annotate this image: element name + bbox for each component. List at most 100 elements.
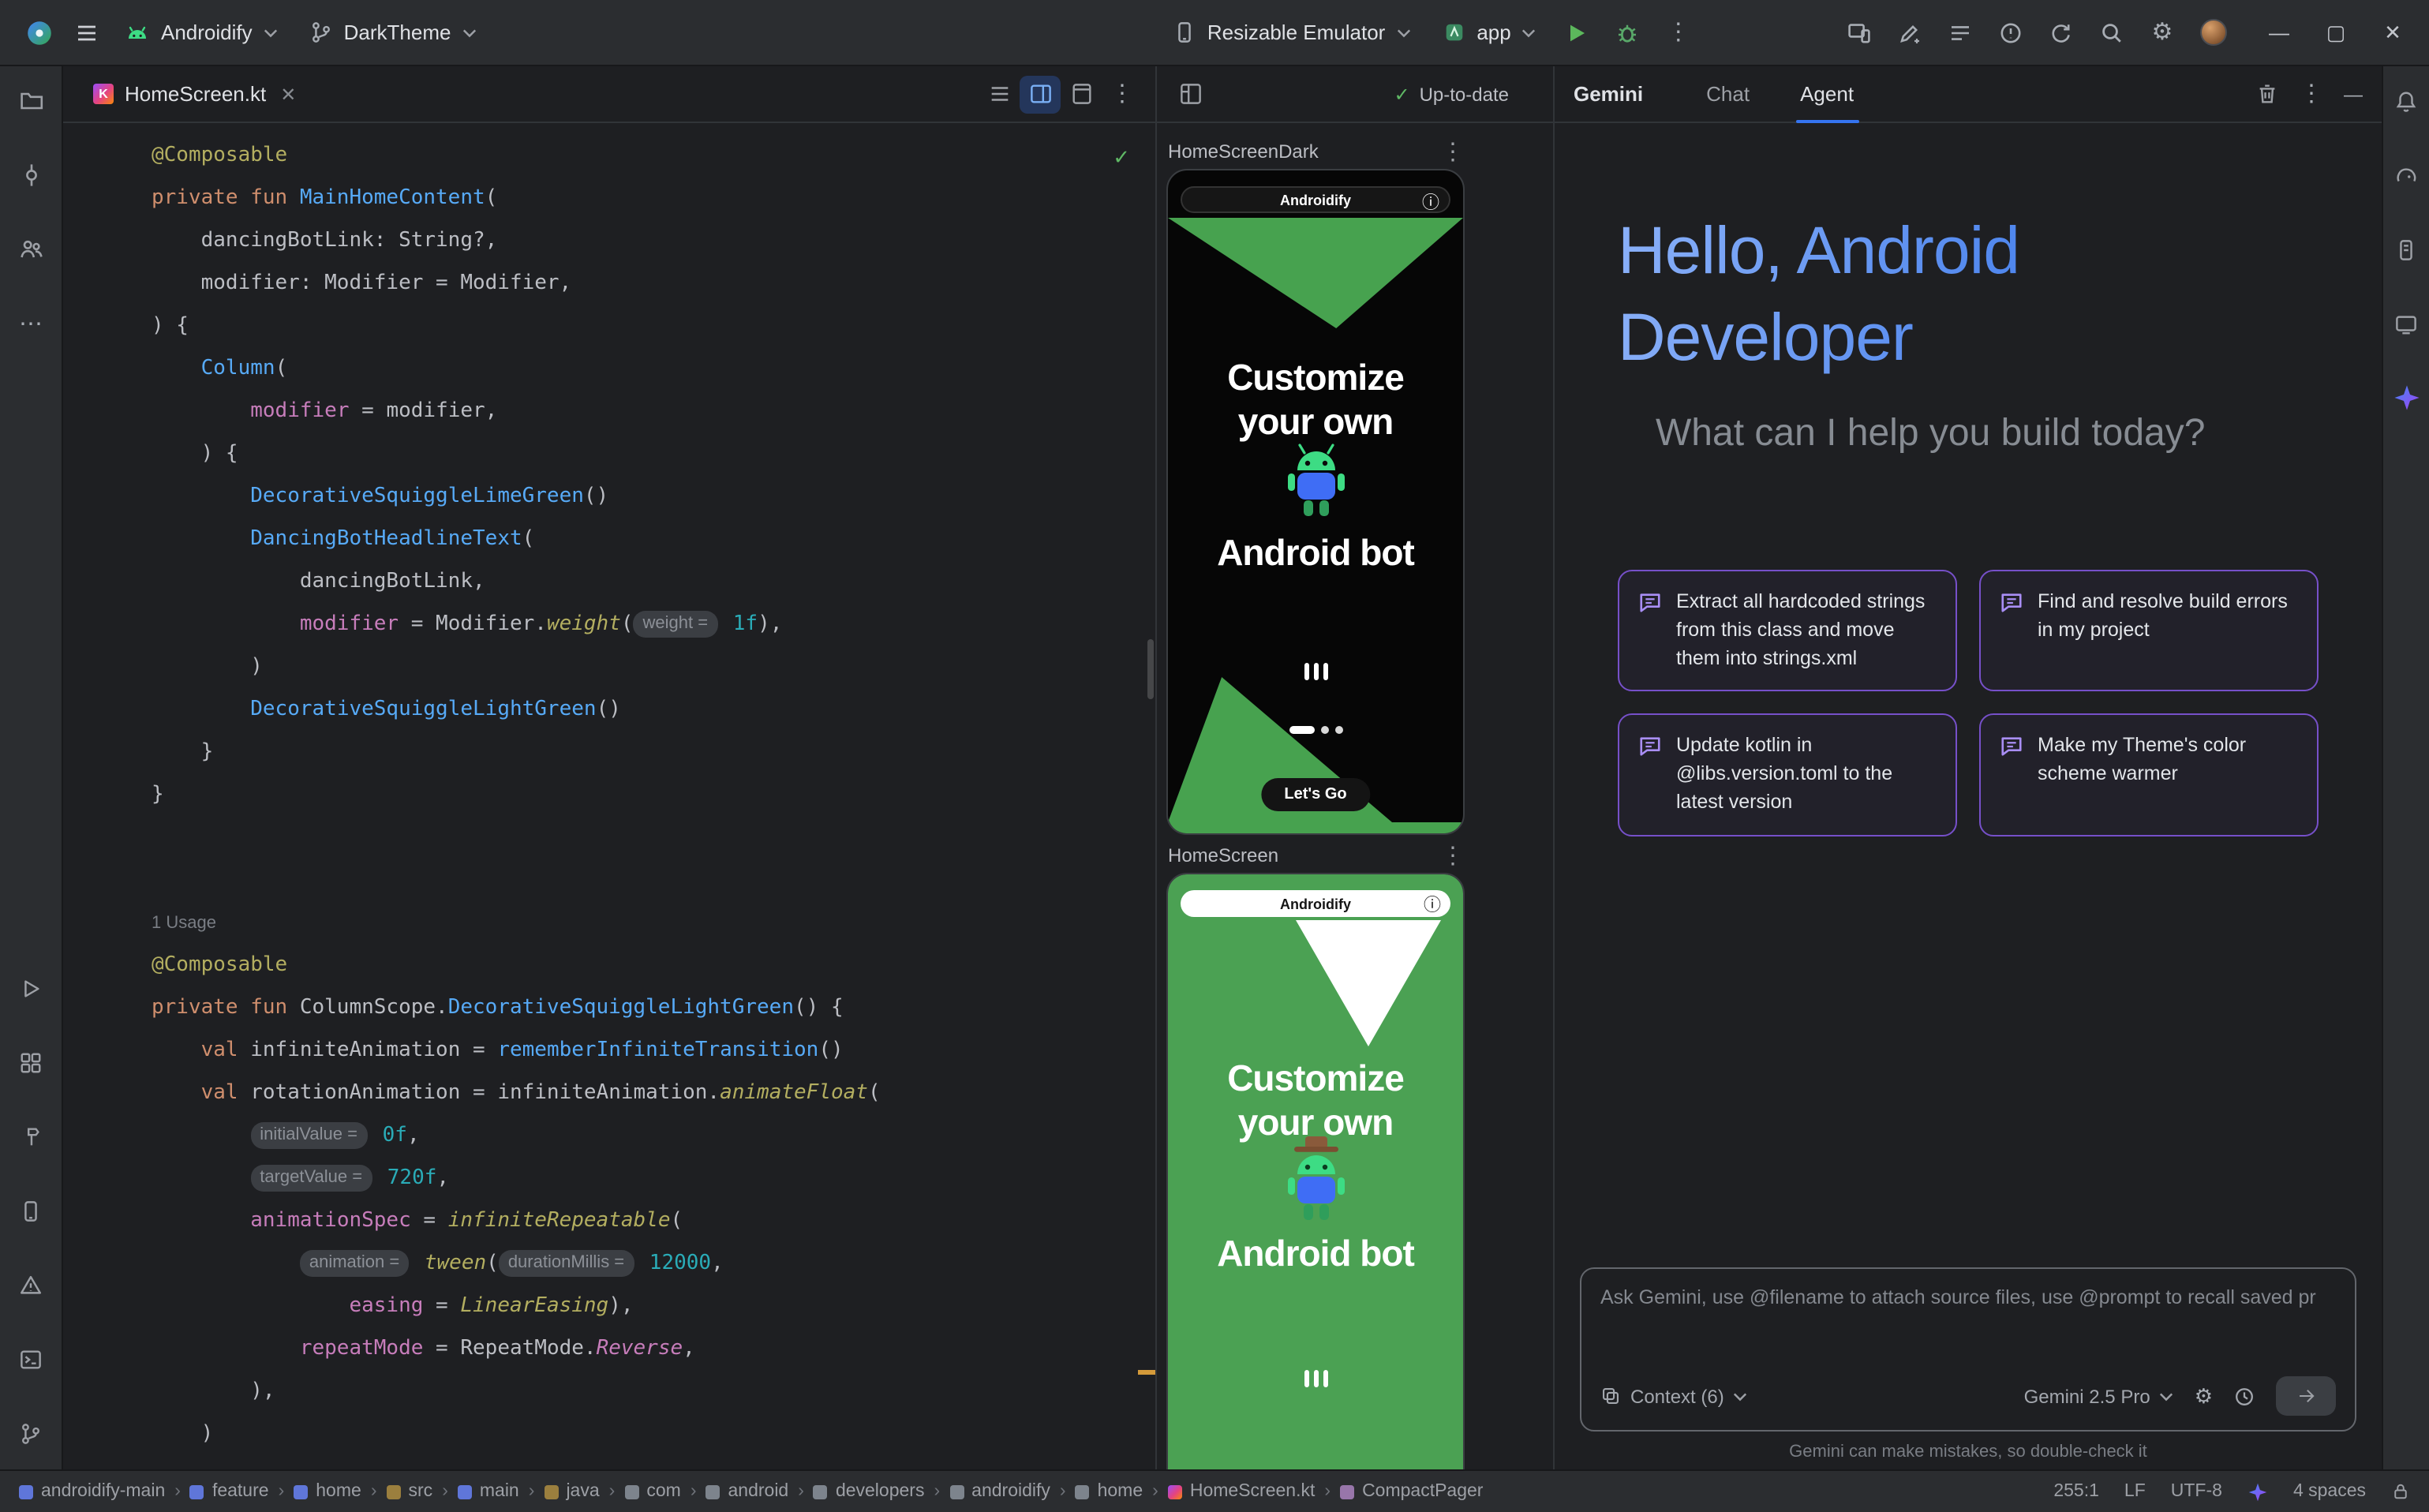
device-explorer-button[interactable] [2389,232,2423,267]
services-tool-button[interactable] [13,1045,48,1080]
run-tool-button[interactable] [13,971,48,1005]
editor-view-design-button[interactable] [1061,75,1102,113]
prompt-toolbar: Context (6) Gemini 2.5 Pro ⚙ [1600,1376,2336,1416]
history-icon[interactable] [2233,1385,2255,1407]
debug-button[interactable] [1604,10,1652,54]
editor-scrollbar[interactable] [1147,639,1154,699]
breadcrumb-item[interactable]: developers [814,1482,925,1501]
collaboration-tool-button[interactable] [13,232,48,267]
send-button[interactable] [2276,1376,2336,1416]
sync-project-button[interactable] [2038,10,2085,54]
bell-icon [2394,89,2418,113]
kotlin-file-icon: K [93,84,114,104]
folder-icon [18,88,43,114]
lock-icon[interactable] [2391,1482,2410,1501]
package-icon [814,1484,828,1499]
suggestion-card[interactable]: Make my Theme's color scheme warmer [1979,714,2319,836]
tab-chat[interactable]: Chat [1700,65,1756,122]
ai-actions-button[interactable] [1886,10,1933,54]
send-icon [2296,1386,2316,1406]
editor-view-code-button[interactable] [979,75,1020,113]
breadcrumb-item[interactable]: CompactPager [1340,1482,1483,1501]
problems-tool-button[interactable] [13,1267,48,1302]
logcat-icon [1948,20,1973,45]
terminal-tool-button[interactable] [13,1342,48,1376]
module-icon [458,1484,472,1499]
breadcrumb-item[interactable]: main [458,1482,519,1501]
suggestion-card[interactable]: Update kotlin in @libs.version.toml to t… [1618,714,1957,836]
preview-more-icon[interactable]: ⋮ [1441,140,1465,163]
breadcrumb-item[interactable]: androidify-main [19,1482,165,1501]
tab-homescreen-kt[interactable]: K HomeScreen.kt ✕ [76,65,313,122]
project-selector[interactable]: Androidify [110,12,292,53]
encoding-indicator[interactable]: UTF-8 [2171,1482,2222,1501]
indent-indicator[interactable]: 4 spaces [2293,1482,2366,1501]
editor-view-split-button[interactable] [1020,75,1061,113]
hamburger-icon [74,20,99,45]
app-insights-button[interactable] [1987,10,2034,54]
suggestion-card[interactable]: Find and resolve build errors in my proj… [1979,570,2319,692]
preview-homescreen: Androidify ⓘ Customize your own [1168,874,1463,1469]
gradle-tool-button[interactable] [2389,158,2423,193]
breadcrumb-item[interactable]: java [544,1482,599,1501]
breadcrumb-item[interactable]: HomeScreen.kt [1168,1482,1316,1501]
notifications-button[interactable] [2389,84,2423,118]
code-content[interactable]: @Composableprivate fun MainHomeContent( … [63,123,1155,1469]
project-tool-button[interactable] [13,84,48,118]
hammer-icon [19,1125,43,1148]
build-tool-button[interactable] [13,1119,48,1154]
preview-scroll-area[interactable]: HomeScreenDark ⋮ Androidify ⓘ Customize … [1157,123,1553,1469]
prompt-settings-icon[interactable]: ⚙ [2195,1386,2213,1406]
folder-icon [387,1484,401,1499]
version-control-tool-button[interactable] [13,1416,48,1450]
gemini-more-icon[interactable]: ⋮ [2300,82,2323,106]
model-selector[interactable]: Gemini 2.5 Pro [2024,1385,2174,1407]
window-minimize-button[interactable]: — [2252,9,2306,56]
tab-close-icon[interactable]: ✕ [280,83,296,105]
inspections-ok-icon[interactable]: ✓ [1113,145,1130,170]
suggestion-card[interactable]: Extract all hardcoded strings from this … [1618,570,1957,692]
preview-toolbar: ✓ Up-to-date [1157,66,1553,123]
window-close-button[interactable]: ✕ [2366,9,2420,56]
breadcrumb-item[interactable]: home [294,1482,361,1501]
running-devices-button[interactable] [2389,306,2423,341]
logcat-button[interactable] [1937,10,1984,54]
preview-more-icon[interactable]: ⋮ [1441,844,1465,867]
device-selector[interactable]: Resizable Emulator [1158,13,1424,52]
device-streaming-button[interactable] [1836,10,1883,54]
preview-headline: Customize your own [1168,1056,1463,1144]
chat-bubble-icon [1638,735,1662,758]
breadcrumb-item[interactable]: feature [190,1482,269,1501]
preview-layout-icon[interactable] [1179,82,1203,106]
hide-panel-icon[interactable]: — [2344,84,2363,103]
editor-more-button[interactable]: ⋮ [1102,75,1143,113]
device-manager-tool-button[interactable] [13,1193,48,1228]
breadcrumb-item[interactable]: home [1076,1482,1143,1501]
main-menu-button[interactable] [63,10,110,54]
profile-button[interactable] [2189,10,2236,54]
context-selector[interactable]: Context (6) [1600,1385,1748,1407]
breadcrumb-item[interactable]: com [624,1482,680,1501]
gemini-prompt-input[interactable]: Ask Gemini, use @filename to attach sour… [1580,1267,2356,1432]
more-tool-windows-button[interactable]: ⋯ [13,306,48,341]
settings-button[interactable]: ⚙ [2139,10,2186,54]
run-button[interactable] [1554,10,1601,54]
tab-agent[interactable]: Agent [1794,65,1860,122]
line-ending-indicator[interactable]: LF [2124,1482,2146,1501]
window-maximize-button[interactable]: ▢ [2309,9,2363,56]
caret-position[interactable]: 255:1 [2053,1482,2099,1501]
breadcrumb-item[interactable]: src [387,1482,433,1501]
trash-icon[interactable] [2255,82,2279,106]
chevron-down-icon [1396,28,1410,37]
run-configuration-selector[interactable]: app [1428,13,1550,52]
search-everywhere-button[interactable] [2088,10,2135,54]
vcs-branch-selector[interactable]: DarkTheme [295,13,491,52]
run-more-actions-button[interactable]: ⋮ [1655,10,1702,54]
gemini-tool-button[interactable] [2389,380,2423,415]
tab-label: HomeScreen.kt [125,82,266,106]
breadcrumb-item[interactable]: androidify [949,1482,1050,1501]
ai-status-icon[interactable] [2247,1481,2268,1502]
breadcrumb-item[interactable]: android [706,1482,789,1501]
gradle-icon [2394,163,2418,187]
commit-tool-button[interactable] [13,158,48,193]
